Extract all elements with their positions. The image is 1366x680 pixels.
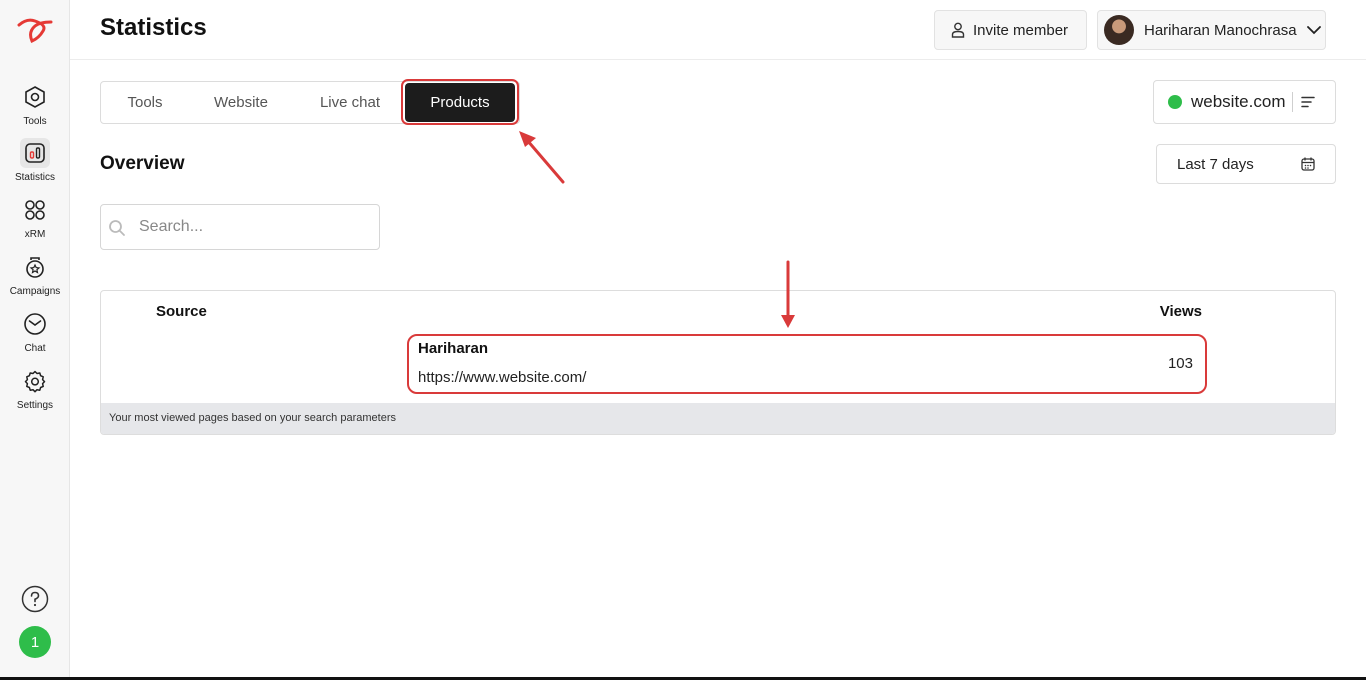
date-range-label: Last 7 days	[1177, 155, 1254, 173]
question-circle-icon[interactable]	[21, 585, 49, 613]
arrow-to-products-tab	[519, 131, 565, 184]
sidebar: Tools Statistics xRM Campaigns Chat Sett…	[0, 0, 70, 680]
bar-chart-icon	[20, 138, 50, 168]
search-input[interactable]	[139, 205, 375, 249]
table-footer-note: Your most viewed pages based on your sea…	[101, 403, 1335, 434]
column-header-source: Source	[156, 303, 207, 320]
page-title: Statistics	[100, 14, 207, 41]
status-dot	[1168, 95, 1182, 109]
sidebar-item-settings[interactable]: Settings	[0, 366, 70, 411]
user-name: Hariharan Manochrasa	[1144, 21, 1297, 39]
tab-highlight-box	[401, 79, 519, 125]
invite-member-label: Invite member	[973, 21, 1069, 39]
sidebar-item-label: xRM	[24, 229, 46, 240]
user-icon	[951, 22, 965, 38]
overview-title: Overview	[100, 153, 185, 174]
gear-icon	[20, 366, 50, 396]
sidebar-item-label: Chat	[24, 343, 46, 354]
hexagon-gear-icon	[20, 82, 50, 112]
grid-icon	[20, 195, 50, 225]
tab-website[interactable]: Website	[197, 82, 285, 123]
sidebar-item-label: Statistics	[14, 172, 55, 183]
tab-tools[interactable]: Tools	[101, 82, 189, 123]
sidebar-item-statistics[interactable]: Statistics	[0, 138, 70, 183]
sidebar-item-label: Campaigns	[9, 286, 61, 297]
search-icon	[109, 220, 125, 236]
badge-star-icon	[20, 252, 50, 282]
notification-badge[interactable]: 1	[19, 626, 51, 658]
site-selector[interactable]: website.com	[1153, 80, 1336, 124]
sidebar-item-label: Tools	[23, 116, 47, 127]
search-box	[100, 204, 380, 250]
sidebar-item-campaigns[interactable]: Campaigns	[0, 252, 70, 297]
sidebar-item-chat[interactable]: Chat	[0, 309, 70, 354]
date-range-picker[interactable]: Last 7 days	[1156, 144, 1336, 184]
site-name: website.com	[1191, 92, 1286, 111]
brand-logo-icon[interactable]	[17, 14, 53, 44]
calendar-icon	[1301, 157, 1315, 171]
sidebar-item-tools[interactable]: Tools	[0, 82, 70, 127]
chevron-down-icon	[1306, 25, 1321, 34]
sidebar-item-label: Settings	[16, 400, 54, 411]
top-header: Statistics Invite member Hariharan Manoc…	[70, 0, 1366, 60]
avatar	[1104, 15, 1134, 45]
sidebar-item-xrm[interactable]: xRM	[0, 195, 70, 240]
menu-lines-icon[interactable]	[1301, 96, 1316, 108]
tab-live-chat[interactable]: Live chat	[305, 82, 395, 123]
chat-bubble-icon	[20, 309, 50, 339]
row-highlight-box	[407, 334, 1207, 394]
divider	[1292, 92, 1294, 112]
invite-member-button[interactable]: Invite member	[934, 10, 1087, 50]
user-menu[interactable]: Hariharan Manochrasa	[1097, 10, 1326, 50]
column-header-views: Views	[1159, 303, 1202, 320]
